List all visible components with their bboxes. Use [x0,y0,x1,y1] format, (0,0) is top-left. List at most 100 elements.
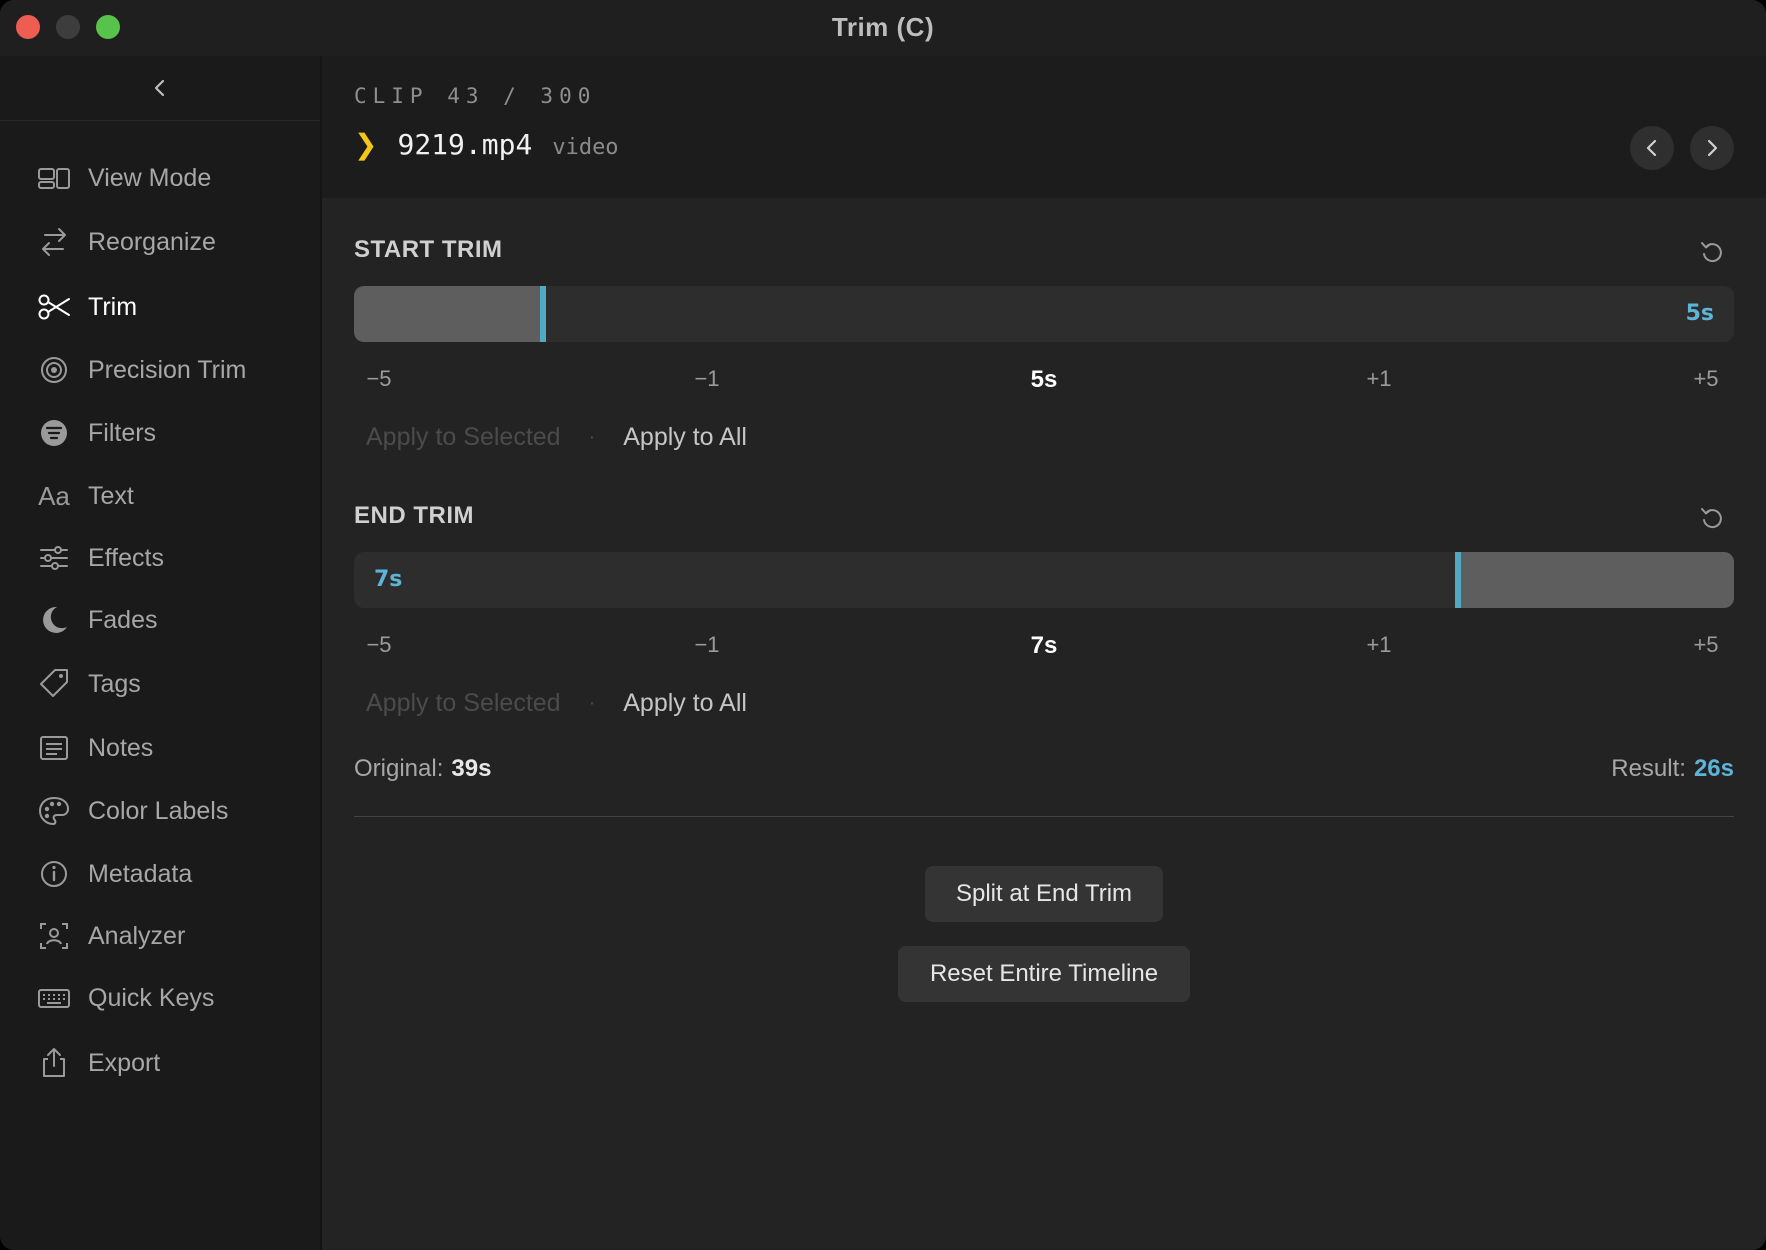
reset-icon [1701,242,1722,263]
sidebar-item-export[interactable]: Export [0,1035,320,1091]
app-window: Trim (C) View Mode Reorganize Trim Preci… [0,0,1766,1250]
tick-plus-1[interactable]: +1 [1366,632,1391,658]
separator-dot: · [588,692,596,714]
tick-plus-1[interactable]: +1 [1366,366,1391,392]
scissors-icon [34,287,74,327]
clip-counter: CLIP 43 / 300 [354,84,597,108]
sidebar-item-label: Color Labels [88,796,229,825]
tick-minus-5[interactable]: −5 [366,366,391,392]
tick-minus-1[interactable]: −1 [694,632,719,658]
original-value: 39s [451,755,492,782]
window-title: Trim (C) [831,12,935,42]
chevron-right-icon [1707,139,1718,157]
reset-icon [1701,508,1722,529]
keyboard-icon [34,978,74,1018]
apply-to-all-button[interactable]: Apply to All [623,423,747,452]
export-icon [34,1043,74,1083]
apply-to-all-button[interactable]: Apply to All [623,689,747,718]
sidebar-item-label: Tags [88,669,141,698]
sidebar-item-label: Notes [88,733,154,762]
start-trimmed-region [354,286,543,342]
sidebar-item-notes[interactable]: Notes [0,720,320,776]
tag-icon [34,664,74,704]
next-clip-button[interactable] [1690,126,1734,170]
sidebar-item-label: Analyzer [88,921,186,950]
sidebar-item-tags[interactable]: Tags [0,656,320,712]
end-apply-row: Apply to Selected · Apply to All [366,689,747,718]
apply-to-selected-button[interactable]: Apply to Selected [366,689,561,718]
chevron-left-icon [1646,139,1657,157]
chevron-right-icon: ❯ [354,128,378,161]
reset-end-trim-button[interactable] [1698,504,1726,532]
notes-icon [34,728,74,768]
end-trimmed-region [1458,552,1734,608]
reorganize-icon [34,222,74,262]
tick-plus-5[interactable]: +5 [1693,366,1718,392]
sidebar-item-analyzer[interactable]: Analyzer [0,908,320,964]
tick-minus-1[interactable]: −1 [694,366,719,392]
start-trim-handle[interactable] [540,286,546,342]
tick-minus-5[interactable]: −5 [366,632,391,658]
start-apply-row: Apply to Selected · Apply to All [366,423,747,452]
sidebar-item-quick-keys[interactable]: Quick Keys [0,970,320,1026]
end-trim-title: END TRIM [354,502,474,529]
end-trim-value: 7s [374,567,403,592]
sidebar-item-color-labels[interactable]: Color Labels [0,783,320,839]
end-trim-handle[interactable] [1455,552,1461,608]
sidebar-item-label: Reorganize [88,227,216,256]
sidebar-item-fades[interactable]: Fades [0,592,320,648]
sidebar-item-label: Quick Keys [88,983,215,1012]
sidebar-item-label: Export [88,1048,161,1077]
sidebar-item-metadata[interactable]: Metadata [0,846,320,902]
start-trim-title: START TRIM [354,236,503,263]
sidebar-item-precision-trim[interactable]: Precision Trim [0,342,320,398]
file-type: video [552,135,619,160]
split-at-end-trim-button[interactable]: Split at End Trim [925,866,1163,922]
result-label: Result: [1611,755,1686,782]
sidebar: View Mode Reorganize Trim Precision Trim [0,56,322,1250]
sidebar-item-label: Text [88,481,134,510]
chevron-left-icon [154,79,165,97]
file-row: ❯ 9219.mp4 video [354,128,619,161]
collapse-sidebar-button[interactable] [0,56,320,121]
tick-current: 5s [1030,366,1058,393]
sidebar-item-filters[interactable]: Filters [0,405,320,461]
sidebar-item-label: Effects [88,543,164,572]
filters-icon [34,413,74,453]
end-trim-ticks: −5 −1 7s +1 +5 [354,632,1734,662]
sidebar-item-trim[interactable]: Trim [0,279,320,335]
original-duration: Original: 39s [354,755,491,783]
reset-entire-timeline-button[interactable]: Reset Entire Timeline [898,946,1190,1002]
reset-start-trim-button[interactable] [1698,238,1726,266]
target-icon [34,350,74,390]
view-mode-icon [34,158,74,198]
palette-icon [34,791,74,831]
clip-header: CLIP 43 / 300 ❯ 9219.mp4 video [322,56,1766,198]
info-icon [34,854,74,894]
sidebar-item-label: Metadata [88,859,193,888]
start-trim-value: 5s [1685,301,1714,326]
sidebar-item-label: Filters [88,418,157,447]
sidebar-item-label: Trim [88,292,138,321]
sliders-icon [34,538,74,578]
sidebar-item-label: View Mode [88,163,212,192]
main-panel: CLIP 43 / 300 ❯ 9219.mp4 video START TRI… [322,56,1766,1250]
sidebar-item-view-mode[interactable]: View Mode [0,150,320,206]
previous-clip-button[interactable] [1630,126,1674,170]
moon-icon [34,600,74,640]
apply-to-selected-button[interactable]: Apply to Selected [366,423,561,452]
title-bar: Trim (C) [0,0,1766,56]
sidebar-item-reorganize[interactable]: Reorganize [0,214,320,270]
sidebar-item-effects[interactable]: Effects [0,530,320,586]
file-name: 9219.mp4 [397,128,533,161]
text-icon: Aa [38,480,70,511]
analyzer-icon [34,916,74,956]
sidebar-item-text[interactable]: Aa Text [0,468,320,524]
end-trim-slider[interactable]: 7s [354,552,1734,608]
divider [354,816,1734,817]
sidebar-item-label: Precision Trim [88,355,247,384]
result-value: 26s [1693,755,1734,782]
sidebar-item-label: Fades [88,605,158,634]
tick-plus-5[interactable]: +5 [1693,632,1718,658]
start-trim-slider[interactable]: 5s [354,286,1734,342]
